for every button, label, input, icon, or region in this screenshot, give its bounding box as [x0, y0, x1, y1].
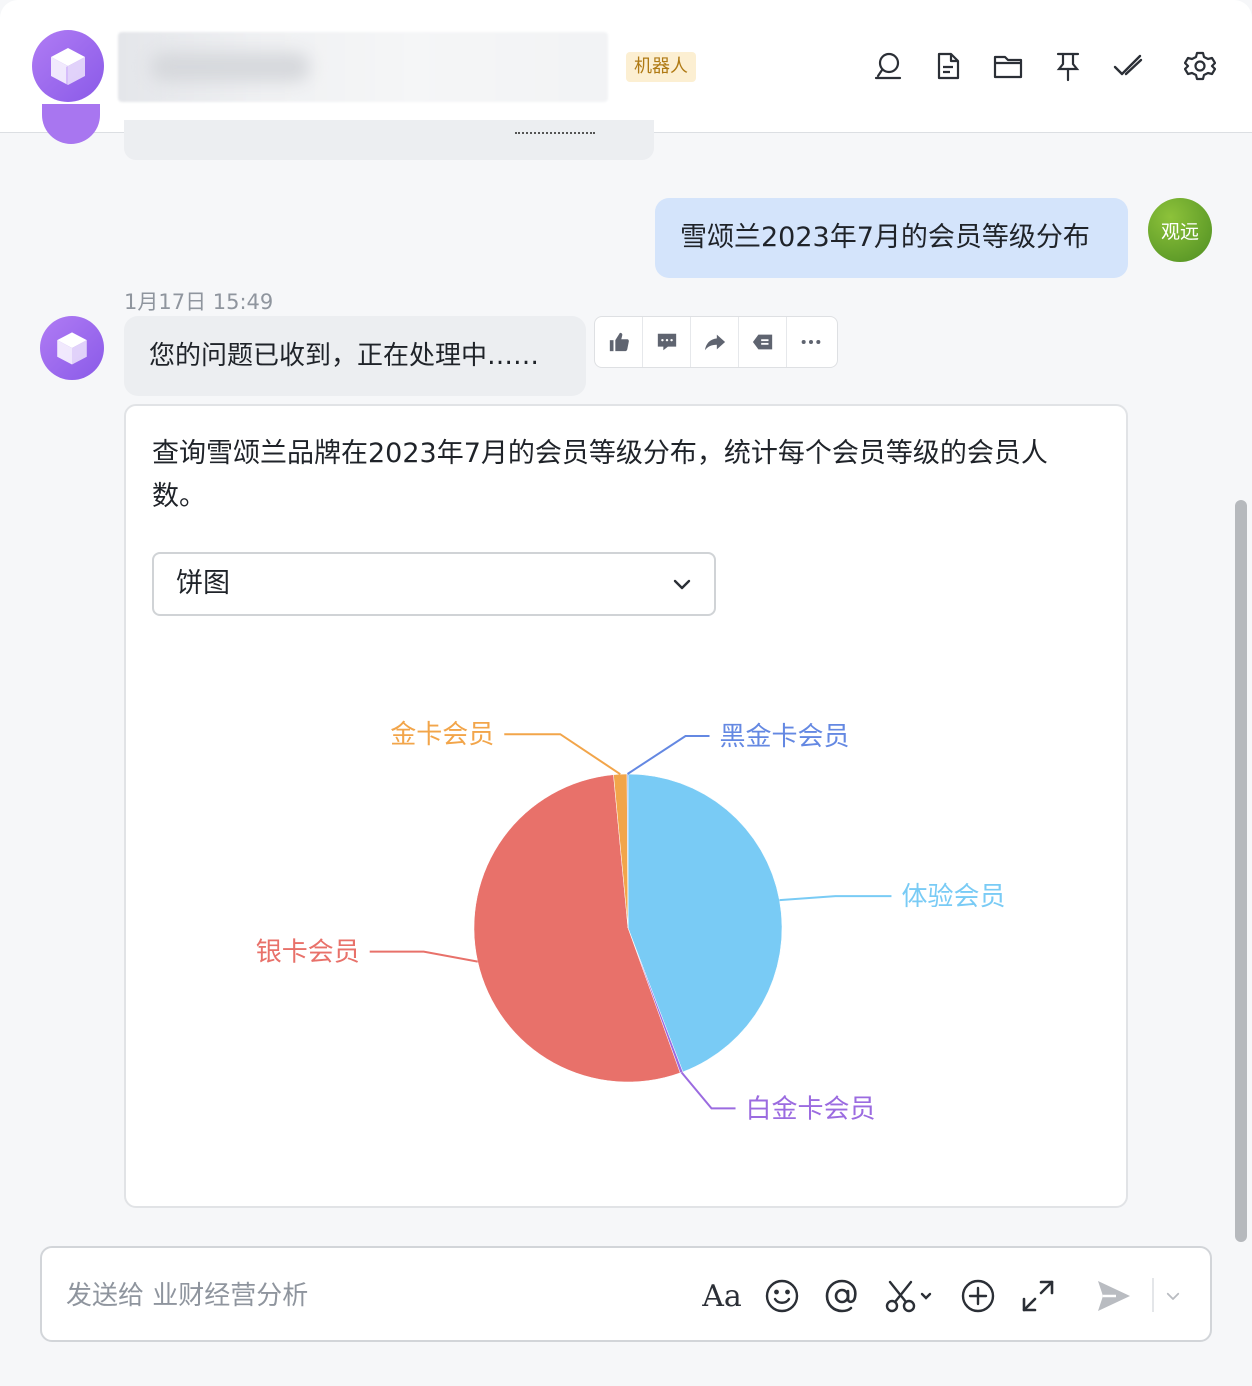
- screenshot-icon[interactable]: [882, 1276, 938, 1316]
- composer-separator: [1152, 1278, 1154, 1312]
- query-description: 查询雪颂兰品牌在2023年7月的会员等级分布，统计每个会员等级的会员人数。: [152, 438, 1048, 512]
- more-icon[interactable]: [787, 317, 835, 367]
- thumbs-up-icon[interactable]: [595, 317, 643, 367]
- bot-tag: 机器人: [626, 52, 696, 82]
- settings-icon[interactable]: [1182, 46, 1218, 86]
- pin-icon[interactable]: [1050, 46, 1086, 86]
- message-composer: Aa: [40, 1246, 1212, 1342]
- add-icon[interactable]: [958, 1276, 998, 1316]
- folder-icon[interactable]: [990, 46, 1026, 86]
- comment-icon[interactable]: [643, 317, 691, 367]
- pie-leader-line: [504, 733, 621, 776]
- bot-avatar-partial: [42, 104, 100, 144]
- text-format-icon[interactable]: Aa: [702, 1276, 742, 1316]
- pie-slice-label: 黑金卡会员: [720, 722, 850, 752]
- mention-icon[interactable]: [822, 1276, 862, 1316]
- pie-leader-line: [680, 1071, 736, 1110]
- pie-slice-label: 体验会员: [901, 882, 1005, 912]
- user-message-bubble: 雪颂兰2023年7月的会员等级分布: [655, 198, 1128, 278]
- previous-message-ellipsis: [515, 126, 595, 134]
- pie-slice-label: 银卡会员: [256, 938, 360, 968]
- quote-icon[interactable]: [739, 317, 787, 367]
- message-action-bar: [594, 316, 838, 368]
- pie-slice-label: 金卡会员: [390, 720, 494, 750]
- result-card: 查询雪颂兰品牌在2023年7月的会员等级分布，统计每个会员等级的会员人数。 饼图…: [124, 404, 1128, 1208]
- scrollbar-thumb[interactable]: [1235, 500, 1247, 1242]
- cube-icon: [57, 332, 87, 365]
- pie-leader-line: [779, 895, 892, 902]
- send-icon[interactable]: [1094, 1276, 1134, 1316]
- pie-chart: 体验会员白金卡会员 银卡会员 金卡会员 黑金卡会员: [256, 720, 1006, 1124]
- cube-icon: [51, 48, 85, 85]
- pie-leader-line: [626, 735, 710, 775]
- document-icon[interactable]: [930, 46, 966, 86]
- check-mark-icon[interactable]: [1110, 46, 1146, 86]
- chart-type-select[interactable]: 饼图: [152, 552, 716, 616]
- message-timestamp: 1月17日 15:49: [124, 290, 274, 314]
- emoji-icon[interactable]: [762, 1276, 802, 1316]
- bot-reply-bubble: 您的问题已收到，正在处理中……: [124, 316, 586, 396]
- chart-type-value: 饼图: [176, 568, 230, 599]
- expand-icon[interactable]: [1018, 1276, 1058, 1316]
- chevron-down-icon: [673, 579, 691, 590]
- user-avatar[interactable]: 观远: [1148, 198, 1212, 262]
- search-chat-icon[interactable]: [870, 46, 906, 86]
- send-options-chevron-icon[interactable]: [1160, 1276, 1186, 1316]
- chat-name-blur: [150, 52, 310, 82]
- message-input[interactable]: [66, 1276, 666, 1316]
- chat-header: 机器人: [0, 0, 1252, 133]
- pie-leader-line: [369, 950, 478, 963]
- bot-avatar[interactable]: [40, 316, 104, 380]
- text-format-label: Aa: [702, 1278, 742, 1314]
- pie-slice-label: 白金卡会员: [746, 1094, 876, 1124]
- chat-window: 机器人 雪颂兰2023年7月的会员等级分布 观远 1月17日 15:49 您的问…: [0, 0, 1252, 1386]
- share-icon[interactable]: [691, 317, 739, 367]
- bot-avatar[interactable]: [32, 30, 104, 102]
